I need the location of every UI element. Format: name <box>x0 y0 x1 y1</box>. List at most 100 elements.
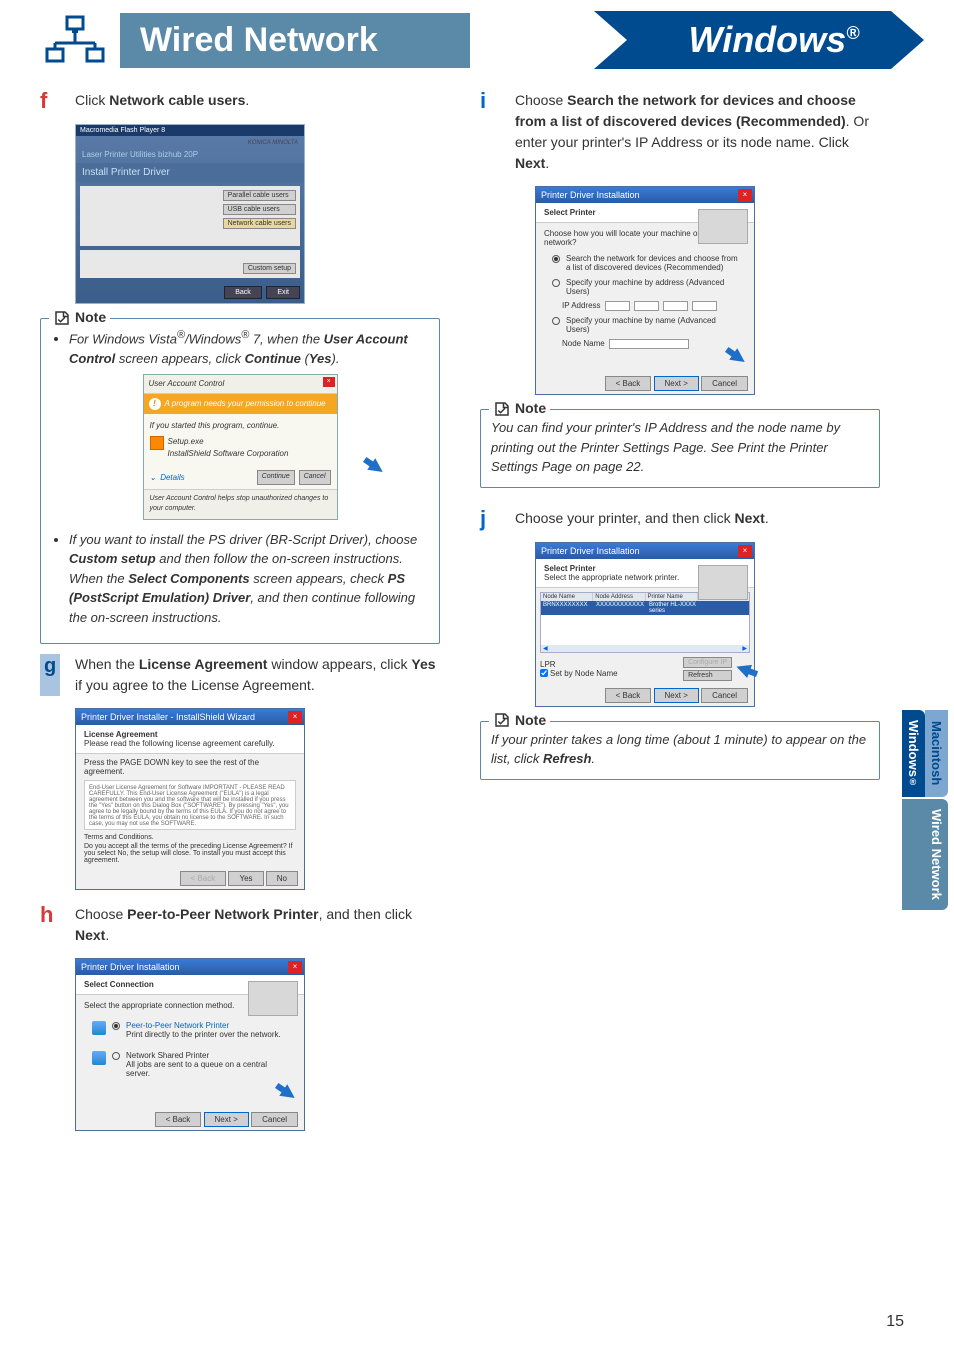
step-i-text: Choose Search the network for devices an… <box>515 90 880 174</box>
terms-label: Terms and Conditions. <box>84 834 296 841</box>
radio-icon[interactable] <box>552 255 560 263</box>
text-bold: Network cable users <box>109 92 245 108</box>
next-button[interactable]: Next > <box>204 1112 249 1127</box>
text: . <box>245 92 249 108</box>
cancel-button[interactable]: Cancel <box>701 688 748 703</box>
details-link[interactable]: Details <box>160 472 184 484</box>
next-button[interactable]: Next > <box>654 376 699 391</box>
col-addr: Node Address <box>593 593 645 601</box>
eula-text: End-User License Agreement for Software … <box>84 780 296 830</box>
opt-search[interactable]: Search the network for devices and choos… <box>544 251 746 275</box>
connection-heading: Select Connection <box>84 980 154 989</box>
brand-label: KONICA MINOLTA <box>248 140 298 146</box>
os-name: Windows <box>689 19 847 60</box>
step-g: g When the License Agreement window appe… <box>40 654 440 696</box>
sort-checkbox[interactable]: Set by Node Name <box>540 669 618 678</box>
close-icon[interactable]: × <box>738 189 752 201</box>
chevron-down-icon[interactable]: ⌄ <box>150 472 157 484</box>
note-item-2: If you want to install the PS driver (BR… <box>69 530 429 628</box>
usb-button[interactable]: USB cable users <box>223 204 296 215</box>
custom-setup-button[interactable]: Custom setup <box>243 263 296 274</box>
registered-symbol: ® <box>846 23 859 43</box>
left-column: f Click Network cable users. Macromedia … <box>40 90 440 1145</box>
note-icon <box>493 711 511 729</box>
tab-wired-network[interactable]: Wired Network <box>902 799 948 910</box>
note-box-3: Note If your printer takes a long time (… <box>480 721 880 780</box>
note-box-1: Note For Windows Vista®/Windows® 7, when… <box>40 318 440 644</box>
product-line: Laser Printer Utilities bizhub 20P <box>82 150 298 159</box>
scroll-right-icon[interactable]: ▶ <box>740 645 749 652</box>
back-button[interactable]: < Back <box>155 1112 202 1127</box>
right-column: i Choose Search the network for devices … <box>480 90 880 1145</box>
license-sub: Please read the following license agreem… <box>84 739 275 748</box>
shared-icon <box>92 1051 106 1065</box>
radio-selected-icon[interactable] <box>112 1022 120 1030</box>
license-hint: Press the PAGE DOWN key to see the rest … <box>84 758 296 776</box>
program-icon <box>150 436 164 450</box>
step-j: j Choose your printer, and then click Ne… <box>480 508 880 530</box>
cancel-button[interactable]: Cancel <box>299 470 331 485</box>
continue-button[interactable]: Continue <box>257 470 295 485</box>
note-label: Note <box>49 307 110 328</box>
step-h-text: Choose Peer-to-Peer Network Printer, and… <box>75 904 440 946</box>
back-button[interactable]: Back <box>224 286 262 299</box>
node-field[interactable] <box>609 339 689 349</box>
step-letter-j: j <box>480 508 500 530</box>
uac-footer: User Account Control helps stop unauthor… <box>144 489 337 519</box>
pl-heading: Select Printer <box>544 564 596 573</box>
opt-name[interactable]: Specify your machine by name (Advanced U… <box>544 313 746 337</box>
radio-icon[interactable] <box>552 317 560 325</box>
step-i: i Choose Search the network for devices … <box>480 90 880 174</box>
tab-windows[interactable]: Windows® <box>902 710 925 797</box>
cancel-button[interactable]: Cancel <box>251 1112 298 1127</box>
ip-field[interactable] <box>605 301 630 311</box>
configure-ip-button: Configure IP <box>683 657 732 668</box>
step-j-text: Choose your printer, and then click Next… <box>515 508 880 530</box>
back-button[interactable]: < Back <box>605 376 652 391</box>
refresh-button[interactable]: Refresh <box>683 670 732 681</box>
text: Click <box>75 92 109 108</box>
printer-image <box>698 565 748 600</box>
no-button[interactable]: No <box>266 871 298 886</box>
shield-icon: ! <box>149 398 161 410</box>
step-letter-h: h <box>40 904 60 946</box>
radio-icon[interactable] <box>552 279 560 287</box>
pl-sub: Select the appropriate network printer. <box>544 573 679 582</box>
col-pname: Printer Name <box>646 593 698 601</box>
network-cable-button[interactable]: Network cable users <box>223 218 296 229</box>
note-item-1: For Windows Vista®/Windows® 7, when the … <box>69 327 429 368</box>
parallel-button[interactable]: Parallel cable users <box>223 190 296 201</box>
option-peer[interactable]: Peer-to-Peer Network Printer Print direc… <box>84 1018 296 1042</box>
node-label: Node Name <box>562 339 605 349</box>
note-box-2: Note You can find your printer's IP Addr… <box>480 409 880 488</box>
step-g-text: When the License Agreement window appear… <box>75 654 440 696</box>
arrow-icon <box>279 1085 298 1104</box>
back-button[interactable]: < Back <box>605 688 652 703</box>
close-icon[interactable]: × <box>288 711 302 723</box>
close-icon[interactable]: × <box>323 377 335 387</box>
uac-message: ! A program needs your permission to con… <box>144 394 337 414</box>
connection-screenshot: Printer Driver Installation× Select Conn… <box>75 958 305 1131</box>
opt-address[interactable]: Specify your machine by address (Advance… <box>544 275 746 299</box>
option-shared[interactable]: Network Shared Printer All jobs are sent… <box>84 1048 296 1081</box>
select-printer-heading: Select Printer <box>544 208 596 217</box>
ip-label: IP Address <box>562 301 601 311</box>
yes-button[interactable]: Yes <box>228 871 263 886</box>
license-screenshot: Printer Driver Installer - InstallShield… <box>75 708 305 890</box>
page-number: 15 <box>886 1313 904 1331</box>
table-row[interactable]: BRNXXXXXXXX XXXXXXXXXXXX Brother HL-XXXX… <box>541 601 749 615</box>
note-label: Note <box>489 710 550 731</box>
radio-icon[interactable] <box>112 1052 120 1060</box>
network-icon <box>40 10 110 70</box>
tab-macintosh[interactable]: Macintosh <box>925 710 948 797</box>
note-icon <box>53 309 71 327</box>
note-label: Note <box>489 398 550 419</box>
scroll-left-icon[interactable]: ◀ <box>541 645 550 652</box>
close-icon[interactable]: × <box>738 545 752 557</box>
cancel-button[interactable]: Cancel <box>701 376 748 391</box>
uac-titlebar: User Account Control× <box>144 375 337 394</box>
exit-button[interactable]: Exit <box>266 286 300 299</box>
close-icon[interactable]: × <box>288 961 302 973</box>
connection-titlebar: Printer Driver Installation× <box>76 959 304 975</box>
next-button[interactable]: Next > <box>654 688 699 703</box>
